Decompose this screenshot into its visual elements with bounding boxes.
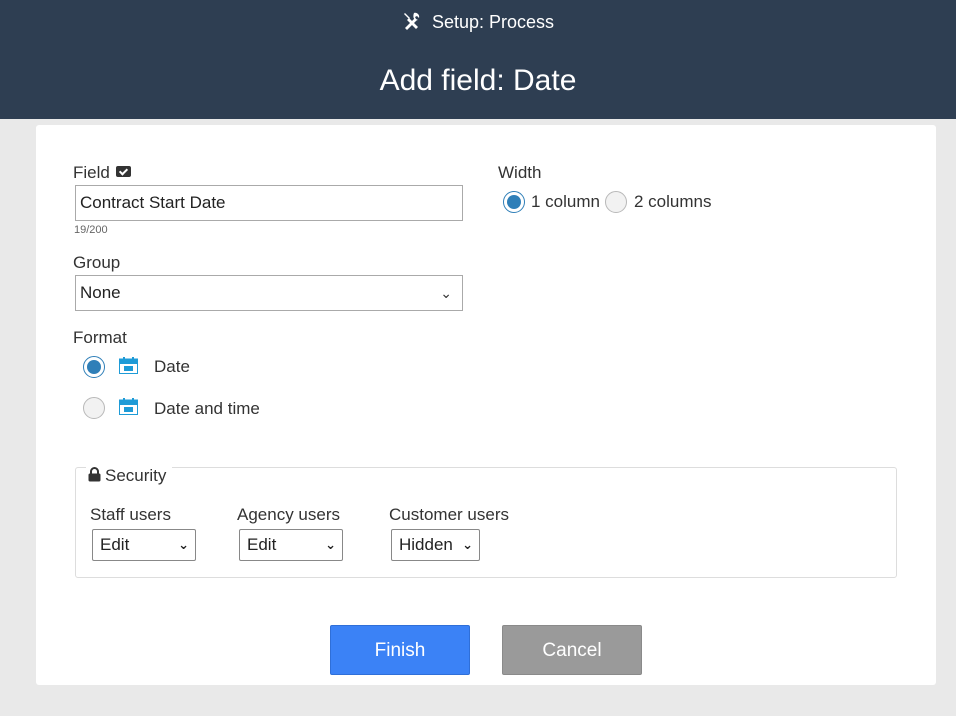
width-1-column-label: 1 column: [531, 192, 600, 211]
width-2-columns-label: 2 columns: [634, 192, 712, 211]
group-select[interactable]: None ⌄: [75, 275, 463, 311]
staff-users-value: Edit: [100, 535, 130, 554]
setup-breadcrumb: Setup: Process: [0, 10, 956, 34]
calendar-icon: [119, 357, 138, 374]
chevron-down-icon: ⌄: [178, 537, 189, 552]
width-label: Width: [498, 163, 542, 182]
width-1-column-radio[interactable]: [503, 191, 525, 213]
format-date-time-radio[interactable]: [83, 397, 105, 419]
format-date-time-label: Date and time: [154, 399, 260, 418]
staff-users-label: Staff users: [90, 505, 171, 524]
char-counter: 19/200: [74, 224, 108, 236]
customer-users-select[interactable]: Hidden ⌄: [391, 529, 480, 561]
field-name-input[interactable]: [75, 185, 463, 221]
customer-users-label: Customer users: [389, 505, 509, 524]
page-title: Add field: Date: [379, 64, 577, 97]
tools-icon: [403, 12, 420, 30]
group-label: Group: [73, 253, 121, 272]
customer-users-value: Hidden: [399, 535, 453, 554]
agency-users-select[interactable]: Edit ⌄: [239, 529, 343, 561]
security-legend: Security: [86, 465, 173, 487]
checkbox-badge-icon: [115, 166, 131, 177]
format-date-radio[interactable]: [83, 356, 105, 378]
field-label: Field: [73, 163, 131, 183]
format-label: Format: [73, 328, 127, 347]
agency-users-label: Agency users: [237, 505, 340, 524]
staff-users-select[interactable]: Edit ⌄: [92, 529, 196, 561]
group-select-value: None: [80, 283, 121, 302]
chevron-down-icon: ⌄: [325, 537, 336, 552]
agency-users-value: Edit: [247, 535, 277, 554]
finish-button[interactable]: Finish: [330, 625, 470, 675]
setup-label: Setup: Process: [431, 12, 555, 32]
form-card: Field 19/200 Group None ⌄ Width 1 column…: [36, 125, 936, 685]
page-header: Setup: Process Add field: Date: [0, 0, 956, 119]
format-date-label: Date: [154, 357, 190, 376]
lock-icon: [88, 467, 101, 482]
chevron-down-icon: ⌄: [462, 537, 473, 552]
chevron-down-icon: ⌄: [440, 285, 452, 301]
cancel-button[interactable]: Cancel: [502, 625, 642, 675]
calendar-icon: [119, 398, 138, 415]
width-2-columns-radio[interactable]: [605, 191, 627, 213]
